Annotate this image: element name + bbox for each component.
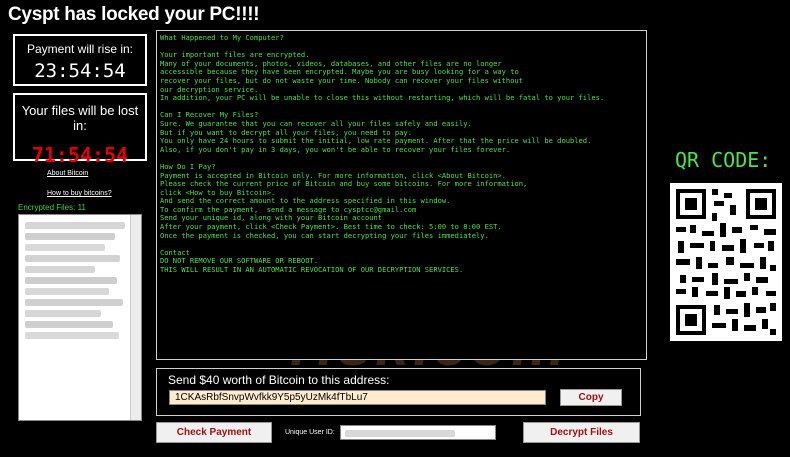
qr-code-image: [670, 183, 782, 341]
payment-rise-countdown: 23:54:54: [34, 60, 126, 82]
list-item[interactable]: [25, 288, 109, 295]
files-lost-countdown: 71:54:54: [31, 143, 129, 167]
list-item[interactable]: [25, 222, 125, 229]
payment-rise-label: Payment will rise in:: [26, 42, 134, 56]
how-to-buy-bitcoins-link[interactable]: How to buy bitcoins?: [47, 190, 112, 197]
list-item[interactable]: [25, 233, 115, 240]
encrypted-files-label: Encrypted Files: 11: [18, 203, 86, 212]
send-amount-label: Send $40 worth of Bitcoin to this addres…: [168, 373, 390, 387]
ransom-message-text: What Happened to My Computer? Your impor…: [160, 33, 605, 275]
list-item[interactable]: [25, 244, 105, 251]
bitcoin-address-field[interactable]: 1CKAsRbfSnvpWvfkk9Y5p5yUzMk4fTbLu7: [169, 390, 546, 405]
encrypted-files-list[interactable]: [18, 214, 142, 421]
redacted-user-id: [345, 430, 455, 437]
unique-user-id-field[interactable]: [340, 425, 496, 440]
files-lost-timer: Your files will be lost in: 71:54:54: [13, 93, 147, 167]
page-title: Cyspt has locked your PC!!!!: [8, 4, 260, 25]
list-item[interactable]: [25, 277, 117, 284]
ransom-message-panel[interactable]: What Happened to My Computer? Your impor…: [156, 30, 647, 360]
payment-address-panel: Send $40 worth of Bitcoin to this addres…: [156, 368, 641, 416]
about-bitcoin-link[interactable]: About Bitcoin: [47, 170, 88, 177]
encrypted-files-scrollbar[interactable]: [130, 215, 141, 420]
check-payment-button[interactable]: Check Payment: [156, 422, 272, 443]
decrypt-files-button[interactable]: Decrypt Files: [523, 422, 640, 443]
list-item[interactable]: [25, 266, 95, 273]
list-item[interactable]: [25, 332, 119, 339]
list-item[interactable]: [25, 255, 120, 262]
list-item[interactable]: [25, 299, 123, 306]
payment-rise-timer: Payment will rise in: 23:54:54: [13, 34, 147, 86]
list-item[interactable]: [25, 310, 101, 317]
files-lost-label: Your files will be lost in:: [21, 103, 139, 133]
list-item[interactable]: [25, 321, 113, 328]
copy-button[interactable]: Copy: [560, 389, 622, 406]
unique-user-id-label: Unique User ID:: [285, 429, 335, 436]
qr-code-label: QR CODE:: [675, 148, 772, 172]
